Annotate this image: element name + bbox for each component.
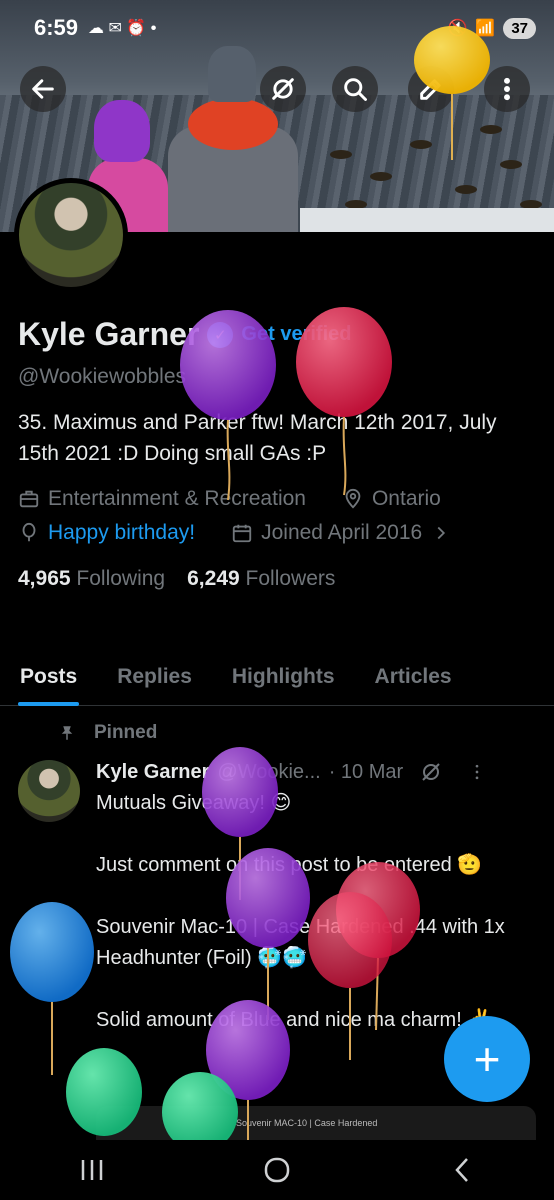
notification-icons: ☁ ✉ ⏰ • (88, 20, 157, 37)
post-author: Kyle Garner (96, 760, 210, 783)
pin-icon (61, 726, 73, 740)
more-button[interactable] (484, 66, 530, 112)
profile-handle: @Wookiewobbles (18, 365, 187, 388)
post-more-icon[interactable] (467, 760, 487, 784)
wifi-icon: 📶 (475, 20, 496, 37)
battery-indicator: 37 (503, 17, 536, 39)
get-verified-link[interactable]: Get verified (241, 323, 351, 346)
edit-button[interactable] (408, 66, 454, 112)
profile-avatar[interactable] (14, 178, 128, 292)
birthday-link[interactable]: Happy birthday! (48, 521, 195, 545)
tab-posts[interactable]: Posts (0, 648, 97, 706)
profile-category: Entertainment & Recreation (48, 487, 306, 510)
back-arrow-icon (32, 79, 54, 99)
pinned-label: Pinned (58, 722, 157, 744)
post-date: · 10 Mar (328, 760, 404, 783)
grok-post-icon[interactable] (419, 760, 443, 784)
status-time: 6:59 (34, 15, 79, 40)
balloon-blue (10, 902, 94, 1075)
profile-location: Ontario (371, 487, 441, 510)
followers-stat[interactable]: 6,249 Followers (187, 567, 335, 591)
search-button[interactable] (332, 66, 378, 112)
mute-icon: 🔇 (447, 20, 468, 37)
recent-apps-icon[interactable] (77, 1157, 107, 1183)
profile-tabs: Posts Replies Highlights Articles (0, 648, 554, 706)
nav-back-icon[interactable] (447, 1155, 477, 1185)
grok-icon (272, 78, 294, 100)
briefcase-icon (19, 490, 39, 508)
compose-button[interactable]: + (444, 1016, 530, 1102)
location-pin-icon (345, 488, 361, 509)
profile-bio: 35. Maximus and Parker ftw! March 12th 2… (18, 411, 497, 465)
post-media[interactable]: Souvenir MAC-10 | Case Hardened (96, 1106, 536, 1140)
profile-info: Kyle Garner ✓ Get verified @Wookiewobble… (18, 316, 538, 591)
post-text: Mutuals Giveaway! 😊 Just comment on this… (96, 792, 505, 1031)
grok-button[interactable] (260, 66, 306, 112)
chevron-right-icon[interactable] (430, 522, 452, 544)
home-icon[interactable] (262, 1155, 292, 1185)
tab-highlights[interactable]: Highlights (212, 648, 355, 706)
calendar-icon (232, 524, 252, 543)
back-button[interactable] (20, 66, 66, 112)
following-stat[interactable]: 4,965 Following (18, 567, 165, 591)
more-vertical-icon (504, 77, 510, 101)
profile-joined: Joined April 2016 (261, 521, 423, 544)
balloon-icon (22, 522, 36, 542)
banner-snow (300, 208, 554, 232)
system-nav-bar (0, 1140, 554, 1200)
plus-icon: + (473, 1033, 501, 1085)
tab-replies[interactable]: Replies (97, 648, 212, 706)
status-bar: 6:59 ☁ ✉ ⏰ • 🔇 📶 37 (0, 0, 554, 56)
verified-badge-icon: ✓ (207, 321, 234, 348)
search-icon (344, 78, 367, 101)
pencil-icon (420, 79, 441, 100)
post-handle: @Wookie... (217, 760, 321, 783)
tab-articles[interactable]: Articles (355, 648, 472, 706)
post-avatar[interactable] (18, 760, 80, 822)
profile-name: Kyle Garner (18, 316, 200, 352)
